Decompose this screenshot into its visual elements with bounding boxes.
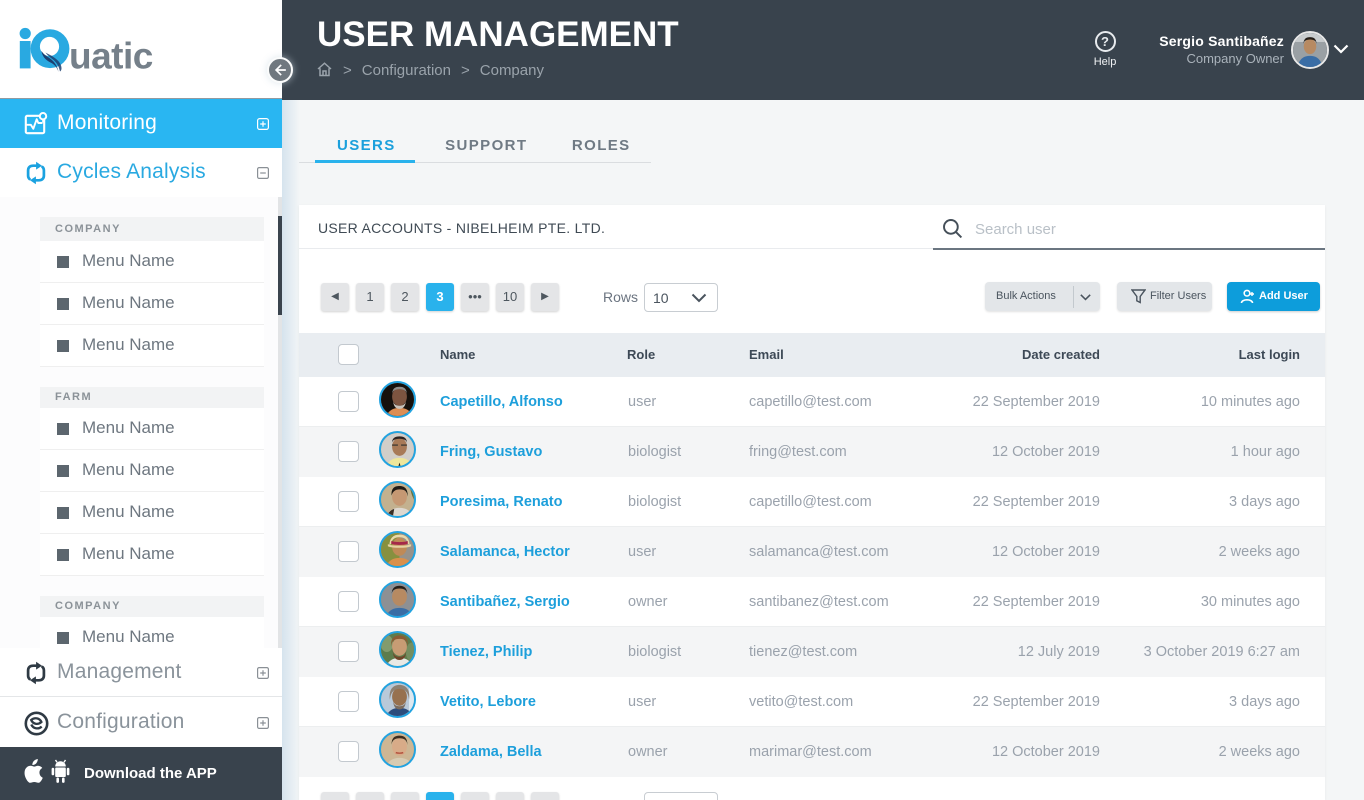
- svg-text:uatic: uatic: [69, 36, 153, 77]
